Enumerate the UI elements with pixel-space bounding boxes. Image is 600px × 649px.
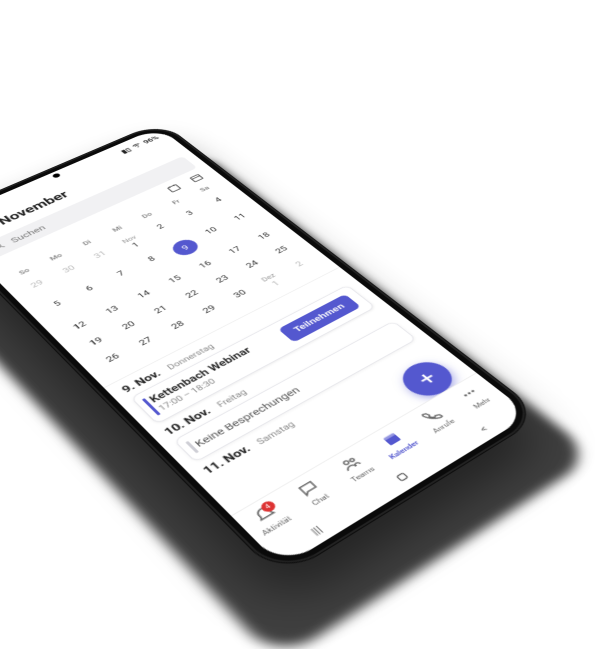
home-button[interactable] [391,468,416,486]
nav-teams[interactable]: Teams [324,446,386,490]
search-icon [0,241,9,254]
recents-button[interactable]: ||| [308,524,325,538]
plus-icon: + [411,367,444,390]
signal-icon: ▮▯ [120,147,133,155]
new-event-fab[interactable]: + [393,356,462,403]
calendar-day[interactable]: 19 [74,328,118,355]
more-icon [456,384,485,404]
agenda-date: 9. Nov. [120,369,164,396]
agenda-weekday: Freitag [216,388,250,409]
calendar-day[interactable]: 27 [123,328,173,361]
chat-icon [294,478,324,501]
calendar-icon [377,429,406,450]
nav-label: Teams [349,465,377,483]
nav-label: Mehr [472,396,493,410]
empty-day-card: Keine Besprechungen [173,321,417,463]
event-title: Kettenbach Webinar [147,345,254,405]
agenda-weekday: Samstag [255,420,297,446]
calendar-day[interactable]: 28 [156,312,205,344]
back-button[interactable]: < [476,423,490,434]
calendar-day[interactable]: 12 [58,312,102,339]
nav-label: Anrufe [431,418,457,435]
agenda-weekday: Donnerstag [166,343,217,372]
agenda-date: 10. Nov. [162,406,214,438]
teams-icon [336,453,366,475]
calendar-day[interactable]: 20 [107,312,151,339]
nav-label: Kalender [387,439,421,461]
calls-icon [417,406,446,427]
agenda-date: 11. Nov. [201,443,254,477]
wifi-icon [130,142,145,151]
nav-calls[interactable]: Anrufe [406,399,466,440]
agenda-day: 11. Nov. Samstag [201,343,433,477]
event-time: 17:00 – 18:30 [157,354,262,412]
calendar-day[interactable]: 26 [90,344,140,377]
nav-calendar[interactable]: Kalender [365,422,426,464]
empty-text: Keine Besprechungen [192,385,303,449]
nav-more[interactable]: Mehr [445,377,504,417]
agenda-day: 10. Nov. Freitag [162,311,391,438]
